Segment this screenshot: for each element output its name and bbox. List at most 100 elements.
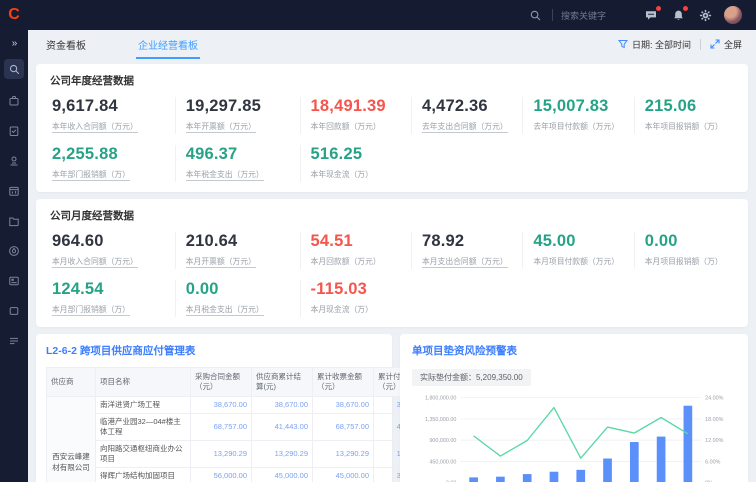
- message-icon[interactable]: [643, 7, 659, 23]
- metric-value: 2,255.88: [52, 145, 165, 164]
- metric-label: 本月部门报销额（万）: [52, 305, 130, 316]
- metric-label: 本月税金支出（万元）: [186, 305, 264, 316]
- tab-bar: 资金看板 企业经营看板 日期: 全部时间 全屏: [28, 30, 756, 58]
- metric-label: 本月项目报销额（万）: [645, 257, 723, 266]
- risk-card-title: 单项目垫资风险预警表: [412, 343, 736, 358]
- metric-label: 本月项目付款额（万元）: [533, 257, 619, 266]
- bell-icon[interactable]: [670, 7, 686, 23]
- metric: -115.03 本月现金流（万）: [300, 280, 411, 317]
- column-header: 累计收票金额（元）: [313, 368, 374, 397]
- amount-cell: 38,670.00: [313, 396, 374, 413]
- sidebar-item-report-icon[interactable]: [6, 273, 22, 289]
- monthly-card-title: 公司月度经营数据: [50, 208, 734, 223]
- metric: 9,617.84本年收入合同额（万元）: [50, 97, 175, 134]
- funnel-icon: [618, 39, 628, 49]
- sidebar-collapse-icon[interactable]: »: [12, 38, 17, 49]
- tab-enterprise-dashboard[interactable]: 企业经营看板: [136, 30, 200, 59]
- bar[interactable]: [657, 437, 666, 482]
- actual-advance-amount-tag: 实际垫付金额：5,209,350.00: [412, 369, 531, 386]
- risk-warning-card: 单项目垫资风险预警表 实际垫付金额：5,209,350.00 0.000%450…: [400, 334, 748, 482]
- top-navbar: C 搜索关键字: [0, 0, 756, 30]
- metric-value: 9,617.84: [52, 97, 165, 116]
- bar[interactable]: [576, 470, 585, 482]
- metric-value: 496.37: [186, 145, 290, 164]
- right-axis-tick: 6.00%: [705, 459, 720, 465]
- sidebar-item-fund-icon[interactable]: [6, 243, 22, 259]
- sidebar-item-stamp-icon[interactable]: [6, 153, 22, 169]
- amount-cell: 56,000.00: [191, 468, 252, 482]
- supplier-payable-table: 供应商项目名称采购合同金额（元）供应商累计结算(元)累计收票金额（元）累计付款金…: [46, 367, 435, 482]
- amount-cell: 68,757.00: [313, 413, 374, 440]
- bar[interactable]: [469, 477, 478, 482]
- search-input[interactable]: 搜索关键字: [561, 9, 606, 22]
- metric-label: 本年开票额（万元）: [186, 122, 256, 133]
- sidebar-item-folder-icon[interactable]: [6, 213, 22, 229]
- amount-cell: 68,757.00: [191, 413, 252, 440]
- metric-value: 215.06: [645, 97, 724, 116]
- bar[interactable]: [550, 472, 559, 482]
- metric-label: 本月现金流（万）: [311, 305, 373, 314]
- sidebar-item-list-icon[interactable]: [6, 333, 22, 349]
- metric-label: 本年项目报销额（万）: [645, 122, 723, 131]
- metric-value: 0.00: [645, 232, 724, 251]
- amount-cell: 41,443.00: [252, 413, 313, 440]
- left-axis-tick: 1,350,000.00: [425, 417, 456, 423]
- gear-icon[interactable]: [697, 7, 713, 23]
- fullscreen-button[interactable]: 全屏: [710, 38, 742, 51]
- date-filter[interactable]: 日期: 全部时间: [618, 38, 691, 51]
- metric: 210.64本月开票额（万元）: [175, 232, 300, 269]
- sidebar-item-box-icon[interactable]: [6, 303, 22, 319]
- column-header: 供应商: [47, 368, 96, 397]
- bar[interactable]: [603, 459, 612, 482]
- bar[interactable]: [630, 442, 639, 482]
- metric-value: 0.00: [186, 280, 290, 299]
- metric-value: 210.64: [186, 232, 290, 251]
- bar-series[interactable]: [469, 406, 692, 482]
- risk-combo-chart[interactable]: 0.000%450,000.006.00%900,000.0012.00%1,3…: [412, 390, 736, 482]
- metric: 2,255.88本年部门报销额（万）: [50, 145, 175, 182]
- metric-value: 18,491.39: [311, 97, 401, 116]
- metric-label: 本月回款额（万元）: [311, 257, 381, 266]
- bar[interactable]: [684, 406, 693, 482]
- tab-funds-dashboard[interactable]: 资金看板: [44, 30, 88, 59]
- monthly-metrics-grid: 964.60本月收入合同额（万元）210.64本月开票额（万元）54.51本月回…: [50, 232, 734, 317]
- sidebar-item-calendar-icon[interactable]: [6, 183, 22, 199]
- sidebar-item-building-icon[interactable]: [6, 93, 22, 109]
- supplier-payable-card: L2-6-2 跨项目供应商应付管理表 供应商项目名称采购合同金额（元）供应商累计…: [36, 334, 392, 482]
- metric: 54.51本月回款额（万元）: [300, 232, 411, 269]
- bell-badge: [683, 6, 688, 11]
- project-name-cell: 南洋进贤广场工程: [96, 396, 191, 413]
- dashboard-content: 公司年度经营数据 9,617.84本年收入合同额（万元）19,297.85本年开…: [28, 58, 756, 482]
- bar[interactable]: [496, 477, 505, 482]
- amount-cell: 13,290.29: [252, 440, 313, 467]
- metric-label: 本月支出合同额（万元）: [422, 257, 508, 268]
- annual-metrics-grid: 9,617.84本年收入合同额（万元）19,297.85本年开票额（万元）18,…: [50, 97, 734, 182]
- bar[interactable]: [523, 474, 532, 482]
- search-icon[interactable]: [528, 7, 544, 23]
- amount-cell: 13,290.29: [191, 440, 252, 467]
- amount-cell: 13,290.29: [313, 440, 374, 467]
- monthly-data-card: 公司月度经营数据 964.60本月收入合同额（万元）210.64本月开票额（万元…: [36, 199, 748, 327]
- user-avatar[interactable]: [724, 6, 742, 24]
- line-series[interactable]: [474, 408, 688, 459]
- filter-divider: [700, 39, 701, 50]
- global-search[interactable]: 搜索关键字: [528, 7, 606, 23]
- metric-value: -115.03: [311, 280, 401, 299]
- metric: 45.00本月项目付款额（万元）: [522, 232, 633, 269]
- app-logo[interactable]: C: [0, 7, 28, 23]
- metric: 0.00 本月税金支出（万元）: [175, 280, 300, 317]
- fullscreen-icon: [710, 39, 720, 49]
- metric-label: 本年现金流（万）: [311, 170, 373, 179]
- left-axis-tick: 1,800,000.00: [425, 396, 456, 402]
- metric: 215.06 本年项目报销额（万）: [634, 97, 734, 134]
- metric: 18,491.39本年回款额（万元）: [300, 97, 411, 134]
- sidebar-item-clipboard-icon[interactable]: [6, 123, 22, 139]
- table-header-row: 供应商项目名称采购合同金额（元）供应商累计结算(元)累计收票金额（元）累计付款金…: [47, 368, 435, 397]
- right-axis-tick: 18.00%: [705, 417, 723, 423]
- search-divider: [552, 9, 553, 21]
- amount-cell: 45,000.00: [313, 468, 374, 482]
- metric-value: 124.54: [52, 280, 165, 299]
- sidebar-search-icon[interactable]: [4, 59, 24, 79]
- amount-cell: 38,670.00: [191, 396, 252, 413]
- metric-value: 964.60: [52, 232, 165, 251]
